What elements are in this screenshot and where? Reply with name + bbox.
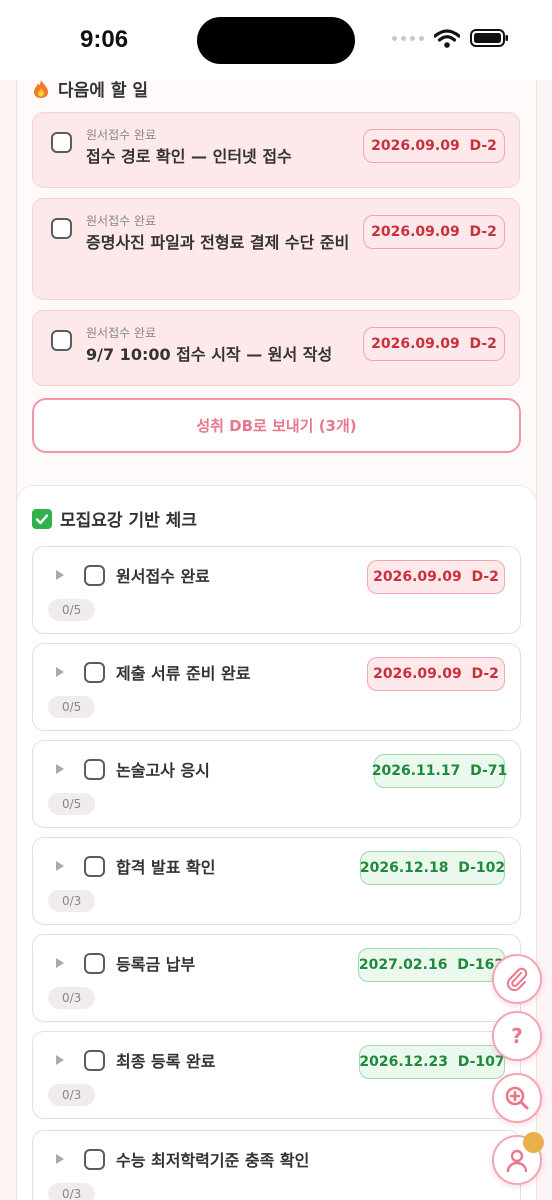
milestone-checkbox[interactable]: [84, 759, 105, 780]
status-time: 9:06: [80, 26, 129, 53]
expand-arrow-icon[interactable]: [56, 861, 64, 871]
todo-checkbox[interactable]: [51, 330, 72, 351]
wifi-icon: [434, 28, 460, 48]
milestone-date-badge: 2026.12.18 D-102: [360, 851, 505, 885]
fire-icon: [34, 80, 48, 98]
next-section-title: 다음에 할 일: [58, 81, 149, 101]
todo-text: 접수 경로 확인 — 인터넷 접수: [86, 147, 292, 166]
check-mark-icon: [32, 508, 52, 529]
expand-arrow-icon[interactable]: [56, 570, 64, 580]
help-icon: ?: [511, 1024, 523, 1048]
milestone-progress: 0/3: [48, 1183, 96, 1200]
milestone-date-badge: 2027.02.16 D-162: [358, 948, 505, 982]
todo-date-badge: 2026.09.09 D-2: [363, 215, 505, 249]
profile-icon: [506, 1149, 528, 1173]
milestone-row[interactable]: 최종 등록 완료 2026.12.23 D-107 0/3: [32, 1031, 521, 1119]
expand-arrow-icon[interactable]: [56, 958, 64, 968]
scroll-content[interactable]: 다음에 할 일 원서접수 완료 접수 경로 확인 — 인터넷 접수 2026.0…: [0, 80, 552, 1200]
todo-item[interactable]: 원서접수 완료 9/7 10:00 접수 시작 — 원서 작성 2026.09.…: [32, 310, 520, 386]
milestone-row[interactable]: 원서접수 완료 2026.09.09 D-2 0/5: [32, 546, 521, 634]
milestone-progress: 0/5: [48, 696, 96, 718]
todo-checkbox[interactable]: [51, 132, 72, 153]
expand-arrow-icon[interactable]: [56, 764, 64, 774]
milestone-label: 논술고사 응시: [116, 761, 210, 780]
milestone-date-badge: 2026.12.23 D-107: [359, 1045, 505, 1079]
todo-date-badge: 2026.09.09 D-2: [363, 327, 505, 361]
expand-arrow-icon[interactable]: [56, 1055, 64, 1065]
notification-badge: [523, 1132, 544, 1153]
todo-category: 원서접수 완료: [86, 326, 157, 340]
todo-category: 원서접수 완료: [86, 128, 157, 142]
milestone-label: 최종 등록 완료: [116, 1052, 216, 1071]
milestone-row[interactable]: 합격 발표 확인 2026.12.18 D-102 0/3: [32, 837, 521, 925]
dynamic-island: [197, 17, 355, 64]
milestone-checkbox[interactable]: [84, 953, 105, 974]
todo-text: 증명사진 파일과 전형료 결제 수단 준비: [86, 233, 350, 252]
milestone-checkbox[interactable]: [84, 1149, 105, 1170]
zoom-in-icon: [505, 1086, 529, 1110]
todo-item[interactable]: 원서접수 완료 접수 경로 확인 — 인터넷 접수 2026.09.09 D-2: [32, 112, 520, 188]
milestone-progress: 0/5: [48, 793, 96, 815]
send-to-db-button[interactable]: 성취 DB로 보내기 (3개): [32, 398, 521, 453]
milestone-checkbox[interactable]: [84, 662, 105, 683]
signal-icon: [392, 35, 424, 41]
todo-item[interactable]: 원서접수 완료 증명사진 파일과 전형료 결제 수단 준비 2026.09.09…: [32, 198, 520, 300]
next-section-header: 다음에 할 일: [32, 80, 148, 101]
milestone-date-badge: 2026.09.09 D-2: [367, 657, 505, 691]
check-section-header: 모집요강 기반 체크: [32, 506, 197, 531]
status-icons: [392, 28, 510, 48]
todo-date-badge: 2026.09.09 D-2: [363, 129, 505, 163]
milestone-progress: 0/3: [48, 1084, 96, 1106]
milestone-label: 수능 최저학력기준 충족 확인: [116, 1151, 310, 1170]
milestone-date-badge: 2026.09.09 D-2: [367, 560, 505, 594]
milestone-row[interactable]: 수능 최저학력기준 충족 확인 0/3: [32, 1130, 521, 1200]
expand-arrow-icon[interactable]: [56, 667, 64, 677]
todo-checkbox[interactable]: [51, 218, 72, 239]
battery-icon: [470, 29, 508, 47]
milestone-checkbox[interactable]: [84, 565, 105, 586]
milestone-checkbox[interactable]: [84, 1050, 105, 1071]
todo-category: 원서접수 완료: [86, 214, 157, 228]
milestone-progress: 0/5: [48, 599, 96, 621]
zoom-button[interactable]: [492, 1073, 542, 1123]
milestone-progress: 0/3: [48, 890, 96, 912]
milestone-label: 등록금 납부: [116, 955, 196, 974]
status-bar: 9:06: [0, 0, 552, 80]
milestone-progress: 0/3: [48, 987, 96, 1009]
milestone-row[interactable]: 등록금 납부 2027.02.16 D-162 0/3: [32, 934, 521, 1022]
milestone-date-badge: 2026.11.17 D-71: [372, 754, 507, 788]
milestone-row[interactable]: 논술고사 응시 2026.11.17 D-71 0/5: [32, 740, 521, 828]
paperclip-icon: [506, 967, 528, 992]
check-section-title: 모집요강 기반 체크: [60, 511, 197, 531]
help-button[interactable]: ?: [492, 1011, 542, 1061]
milestone-label: 원서접수 완료: [116, 567, 210, 586]
todo-text: 9/7 10:00 접수 시작 — 원서 작성: [86, 345, 333, 364]
milestone-checkbox[interactable]: [84, 856, 105, 877]
expand-arrow-icon[interactable]: [56, 1154, 64, 1164]
milestone-row[interactable]: 제출 서류 준비 완료 2026.09.09 D-2 0/5: [32, 643, 521, 731]
attach-button[interactable]: [492, 954, 542, 1004]
milestone-label: 합격 발표 확인: [116, 858, 216, 877]
milestone-label: 제출 서류 준비 완료: [116, 664, 251, 683]
